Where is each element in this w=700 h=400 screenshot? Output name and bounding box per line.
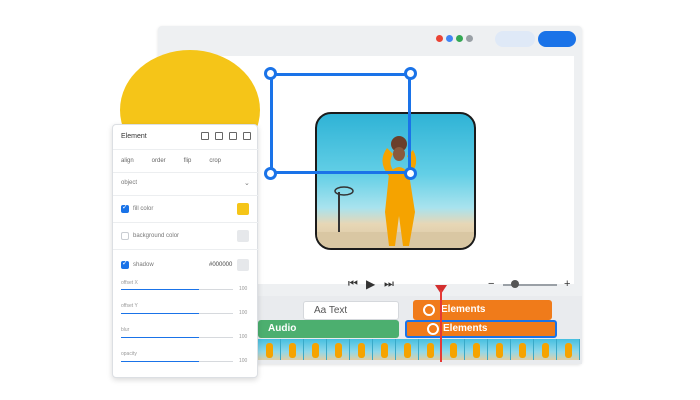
opacity-slider[interactable] (121, 361, 199, 362)
video-frame (327, 339, 350, 360)
element-properties-panel: Element align order flip crop object ⌄ f… (112, 124, 259, 378)
video-filmstrip[interactable] (258, 339, 582, 360)
slider-value: 100 (239, 310, 248, 316)
video-frame (442, 339, 465, 360)
secondary-header-button[interactable] (495, 31, 535, 47)
fill-color-checkbox[interactable] (121, 203, 129, 213)
zoom-slider-knob[interactable] (511, 280, 519, 288)
editor-header (158, 26, 582, 52)
zoom-in-button[interactable]: + (564, 276, 570, 292)
shadow-label: shadow (133, 262, 154, 268)
background-color-swatch[interactable] (237, 230, 249, 242)
elements-clip-label: Elements (443, 323, 488, 334)
panel-title: Element (121, 133, 147, 140)
offset-y-slider[interactable] (121, 313, 199, 314)
video-frame (304, 339, 327, 360)
collaborator-dot[interactable] (456, 35, 463, 42)
resize-handle[interactable] (404, 167, 417, 180)
element-clip-icon (427, 323, 439, 335)
slider-value: 100 (239, 358, 248, 364)
slider-label: blur (121, 327, 130, 333)
collaborator-dot[interactable] (446, 35, 453, 42)
collaborator-dot[interactable] (466, 35, 473, 42)
text-track-clip[interactable]: Aa Text (303, 301, 399, 320)
slider-label: opacity (121, 351, 137, 357)
selected-elements-track-clip[interactable]: Elements (405, 320, 557, 338)
slider-track[interactable] (199, 337, 233, 338)
slider-label: offset X (121, 280, 138, 286)
video-frame (373, 339, 396, 360)
divider (113, 149, 259, 150)
elements-track-clip[interactable]: Elements (413, 300, 552, 320)
shadow-color-swatch[interactable] (237, 259, 249, 271)
slider-track[interactable] (199, 361, 233, 362)
tab-align[interactable]: align (121, 158, 134, 164)
resize-handle[interactable] (264, 67, 277, 80)
background-color-checkbox[interactable] (121, 232, 129, 240)
panel-toolbar (201, 132, 251, 140)
selection-box[interactable] (270, 73, 411, 174)
panel-tabs: align order flip crop (121, 158, 251, 164)
slider-track[interactable] (199, 313, 233, 314)
rewind-button[interactable]: ⏮ (348, 276, 358, 292)
forward-button[interactable]: ⏭ (384, 276, 394, 292)
video-frame (350, 339, 373, 360)
video-frame (281, 339, 304, 360)
resize-handle[interactable] (404, 67, 417, 80)
video-frame (258, 339, 281, 360)
chevron-down-icon[interactable]: ⌄ (244, 179, 250, 187)
tab-crop[interactable]: crop (209, 158, 221, 164)
slider-label: offset Y (121, 303, 138, 309)
app-screenshot: ⏮ ▶ ⏭ − + Aa Text Elements Audio Element… (0, 0, 700, 400)
video-frame (465, 339, 488, 360)
shadow-checkbox[interactable] (121, 259, 129, 269)
divider (113, 249, 259, 250)
playback-controls: ⏮ ▶ ⏭ − + (338, 276, 578, 292)
collaborator-dots (436, 35, 473, 42)
divider (113, 222, 259, 223)
collaborator-dot[interactable] (436, 35, 443, 42)
offset-x-slider[interactable] (121, 289, 199, 290)
play-button[interactable]: ▶ (366, 276, 375, 292)
slider-track[interactable] (199, 289, 233, 290)
slider-value: 100 (239, 334, 248, 340)
audio-clip-label: Audio (268, 323, 297, 334)
style-icon[interactable] (201, 132, 209, 140)
background-color-label: background color (133, 233, 180, 239)
video-frame (488, 339, 511, 360)
fill-color-swatch[interactable] (237, 203, 249, 215)
trash-icon[interactable] (243, 132, 251, 140)
video-frame (557, 339, 580, 360)
video-frame (419, 339, 442, 360)
divider (113, 195, 259, 196)
blur-slider[interactable] (121, 337, 199, 338)
video-frame (534, 339, 557, 360)
element-clip-icon (423, 304, 435, 316)
slider-value: 100 (239, 286, 248, 292)
video-frame (511, 339, 534, 360)
audio-track-clip[interactable]: Audio (258, 320, 399, 338)
resize-handle[interactable] (264, 167, 277, 180)
zoom-out-button[interactable]: − (488, 276, 494, 292)
elements-clip-label: Elements (441, 304, 486, 315)
duplicate-icon[interactable] (215, 132, 223, 140)
playhead-line[interactable] (440, 290, 442, 362)
section-label: object (121, 180, 138, 186)
primary-header-button[interactable] (538, 31, 576, 47)
shadow-color-value: #000000 (209, 262, 233, 268)
divider (113, 172, 259, 173)
share-icon[interactable] (229, 132, 237, 140)
tab-order[interactable]: order (152, 158, 166, 164)
tab-flip[interactable]: flip (184, 158, 192, 164)
video-frame (396, 339, 419, 360)
fill-color-label: fill color (133, 206, 154, 212)
